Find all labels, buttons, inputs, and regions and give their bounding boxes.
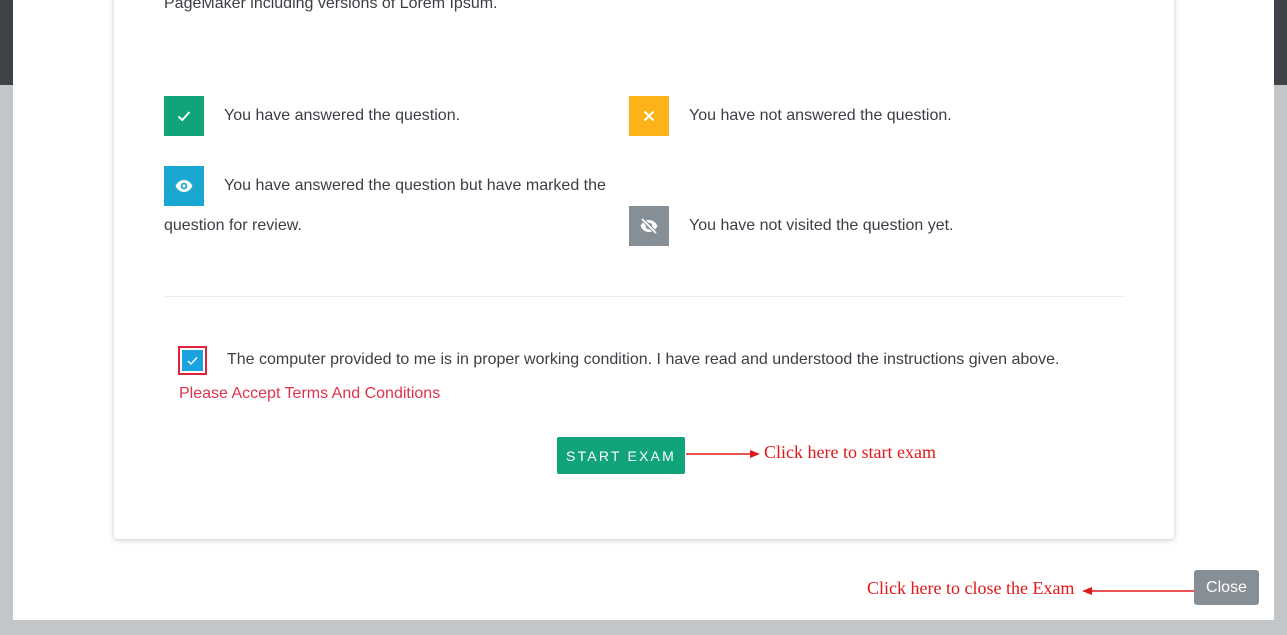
eye-slash-icon — [640, 218, 658, 234]
start-exam-button[interactable]: START EXAM — [557, 437, 685, 474]
checkmark-icon — [187, 356, 198, 365]
marked-review-legend-text: You have answered the question but have … — [164, 177, 606, 234]
answered-status-box — [164, 96, 204, 136]
start-exam-hint: Click here to start exam — [764, 442, 936, 462]
section-divider — [164, 296, 1126, 297]
check-icon — [177, 111, 191, 122]
close-exam-hint: Click here to close the Exam — [867, 578, 1075, 598]
answered-legend-text: You have answered the question. — [224, 107, 461, 124]
terms-label: The computer provided to me is in proper… — [227, 351, 1060, 368]
start-hint-arrow — [686, 450, 760, 458]
not-answered-legend-text: You have not answered the question. — [689, 107, 952, 124]
terms-checkbox[interactable] — [178, 346, 207, 375]
close-hint-arrow — [1082, 587, 1194, 595]
checkbox-fill — [182, 350, 203, 371]
close-icon — [643, 110, 655, 122]
close-button[interactable]: Close — [1194, 570, 1259, 605]
not-answered-status-box — [629, 96, 669, 136]
not-visited-legend-text: You have not visited the question yet. — [689, 217, 954, 234]
instructions-card: PageMaker including versions of Lorem Ip… — [114, 0, 1174, 539]
intro-text: PageMaker including versions of Lorem Ip… — [164, 0, 498, 12]
terms-error-message: Please Accept Terms And Conditions — [179, 385, 441, 402]
not-visited-status-box — [629, 206, 669, 246]
exam-instructions-modal: PageMaker including versions of Lorem Ip… — [13, 0, 1274, 620]
